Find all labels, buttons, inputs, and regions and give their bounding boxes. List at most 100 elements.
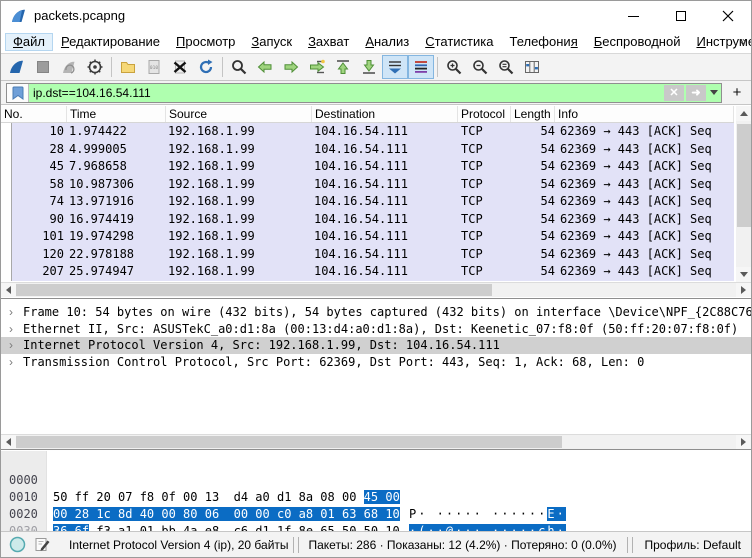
hex-row[interactable]: 0030 01 fe 60 a5 00 00 ··`··· <box>1 506 751 523</box>
filter-apply-button[interactable]: ➜ <box>686 85 706 101</box>
detail-row-ip-selected[interactable]: ›Internet Protocol Version 4, Src: 192.1… <box>1 337 751 354</box>
reload-file-button[interactable] <box>193 55 219 79</box>
column-header-no[interactable]: No. <box>1 106 67 122</box>
packet-row[interactable]: 284.999005192.168.1.99104.16.54.111TCP54… <box>1 141 734 159</box>
scroll-left-button[interactable] <box>1 435 16 449</box>
minimize-button[interactable] <box>610 1 657 31</box>
packet-row[interactable]: 457.968658192.168.1.99104.16.54.111TCP54… <box>1 158 734 176</box>
column-header-destination[interactable]: Destination <box>312 106 458 122</box>
go-to-packet-button[interactable] <box>304 55 330 79</box>
restart-capture-button[interactable] <box>56 55 82 79</box>
menu-statistics[interactable]: Статистика <box>417 33 501 51</box>
status-profile[interactable]: Профиль: Default <box>635 538 752 552</box>
resize-columns-button[interactable] <box>519 55 545 79</box>
zoom-in-button[interactable] <box>441 55 467 79</box>
maximize-icon <box>676 11 686 21</box>
expert-info-button[interactable] <box>9 536 26 553</box>
menu-go[interactable]: Запуск <box>243 33 300 51</box>
maximize-button[interactable] <box>657 1 704 31</box>
go-last-packet-button[interactable] <box>356 55 382 79</box>
detail-text: Frame 10: 54 bytes on wire (432 bits), 5… <box>23 305 751 319</box>
capture-comment-button[interactable] <box>34 536 51 553</box>
stop-capture-button[interactable] <box>30 55 56 79</box>
auto-scroll-toggle[interactable] <box>382 55 408 79</box>
details-hscrollbar[interactable] <box>1 434 751 449</box>
scroll-down-button[interactable] <box>736 267 752 282</box>
zoom-original-button[interactable] <box>493 55 519 79</box>
packet-row[interactable]: 7413.971916192.168.1.99104.16.54.111TCP5… <box>1 193 734 211</box>
cell-length: 54 <box>511 158 555 176</box>
save-file-button[interactable]: 010 <box>141 55 167 79</box>
start-capture-button[interactable] <box>4 55 30 79</box>
column-header-time[interactable]: Time <box>67 106 166 122</box>
expand-chevron-icon[interactable]: › <box>9 337 13 354</box>
detail-row-tcp[interactable]: ›Transmission Control Protocol, Src Port… <box>1 354 751 371</box>
hex-row[interactable]: 0020 36 6f f3 a1 01 bb 4a e8 c6 d1 1f 8e… <box>1 489 751 506</box>
packet-row[interactable]: 9016.974419192.168.1.99104.16.54.111TCP5… <box>1 211 734 229</box>
scroll-right-button[interactable] <box>736 283 751 297</box>
go-back-button[interactable] <box>252 55 278 79</box>
colorize-packets-toggle[interactable] <box>408 55 434 79</box>
packet-row[interactable]: 20725.974947192.168.1.99104.16.54.111TCP… <box>1 263 734 281</box>
capture-options-button[interactable] <box>82 55 108 79</box>
cell-source: 192.168.1.99 <box>166 123 312 141</box>
open-file-button[interactable] <box>115 55 141 79</box>
scroll-up-button[interactable] <box>736 106 752 121</box>
expand-chevron-icon[interactable]: › <box>9 304 13 321</box>
packet-list-hscrollbar[interactable] <box>1 282 751 297</box>
expand-chevron-icon[interactable]: › <box>9 354 13 371</box>
close-icon <box>722 10 734 22</box>
hscroll-thumb[interactable] <box>16 284 492 296</box>
menu-file[interactable]: Файл <box>5 33 53 51</box>
column-header-protocol[interactable]: Protocol <box>458 106 511 122</box>
column-header-length[interactable]: Length <box>511 106 555 122</box>
go-forward-button[interactable] <box>278 55 304 79</box>
filter-clear-button[interactable]: ✕ <box>664 85 684 101</box>
filter-dropdown-button[interactable] <box>707 84 721 102</box>
menu-capture[interactable]: Захват <box>300 33 357 51</box>
detail-row-ethernet[interactable]: ›Ethernet II, Src: ASUSTekC_a0:d1:8a (00… <box>1 321 751 338</box>
cell-length: 54 <box>511 141 555 159</box>
column-header-source[interactable]: Source <box>166 106 312 122</box>
close-file-button[interactable] <box>167 55 193 79</box>
find-packet-button[interactable] <box>226 55 252 79</box>
menu-telephony[interactable]: Телефония <box>501 33 585 51</box>
zoom-out-button[interactable] <box>467 55 493 79</box>
menu-wireless[interactable]: Беспроводной <box>586 33 689 51</box>
close-file-icon <box>171 58 189 76</box>
scroll-right-button[interactable] <box>736 435 751 449</box>
scroll-left-button[interactable] <box>1 283 16 297</box>
cell-time: 10.987306 <box>67 176 166 194</box>
hscroll-thumb[interactable] <box>16 436 562 448</box>
packet-row[interactable]: 10119.974298192.168.1.99104.16.54.111TCP… <box>1 228 734 246</box>
gear-icon <box>86 58 104 76</box>
packet-row[interactable]: 5810.987306192.168.1.99104.16.54.111TCP5… <box>1 176 734 194</box>
menu-view[interactable]: Просмотр <box>168 33 243 51</box>
hex-row[interactable]: 0010 00 28 1c 8d 40 00 80 06 00 00 c0 a8… <box>1 472 751 489</box>
menu-analyze[interactable]: Анализ <box>357 33 417 51</box>
menu-overflow-chevron[interactable]: » <box>739 34 746 48</box>
column-header-info[interactable]: Info <box>555 106 734 122</box>
detail-row-frame[interactable]: › Frame 10: 54 bytes on wire (432 bits), … <box>1 304 751 321</box>
title-bar[interactable]: packets.pcapng <box>1 1 751 31</box>
chevron-right-icon <box>741 438 746 446</box>
packet-list-vscrollbar[interactable] <box>736 106 752 282</box>
display-filter-field[interactable]: ip.dst==104.16.54.111 ✕ ➜ <box>6 83 722 103</box>
cell-destination: 104.16.54.111 <box>312 211 458 229</box>
go-first-packet-button[interactable] <box>330 55 356 79</box>
filter-add-button[interactable]: + <box>728 83 746 103</box>
zoom-out-icon <box>471 58 489 76</box>
vscroll-thumb[interactable] <box>737 124 751 227</box>
close-button[interactable] <box>704 1 751 31</box>
packet-row[interactable]: 101.974422192.168.1.99104.16.54.111TCP54… <box>1 123 734 141</box>
hex-row[interactable]: 0000 50 ff 20 07 f8 0f 00 13 d4 a0 d1 8a… <box>1 455 751 472</box>
filter-input[interactable]: ip.dst==104.16.54.111 <box>29 84 663 102</box>
packet-list: 101.974422192.168.1.99104.16.54.111TCP54… <box>1 123 734 281</box>
svg-text:010: 010 <box>150 65 158 71</box>
menu-edit[interactable]: Редактирование <box>53 33 168 51</box>
cell-destination: 104.16.54.111 <box>312 263 458 281</box>
expand-chevron-icon[interactable]: › <box>9 321 13 338</box>
filter-bookmark-button[interactable] <box>7 84 29 102</box>
cell-info: 62369 → 443 [ACK] Seq <box>555 123 734 141</box>
packet-row[interactable]: 12022.978188192.168.1.99104.16.54.111TCP… <box>1 246 734 264</box>
